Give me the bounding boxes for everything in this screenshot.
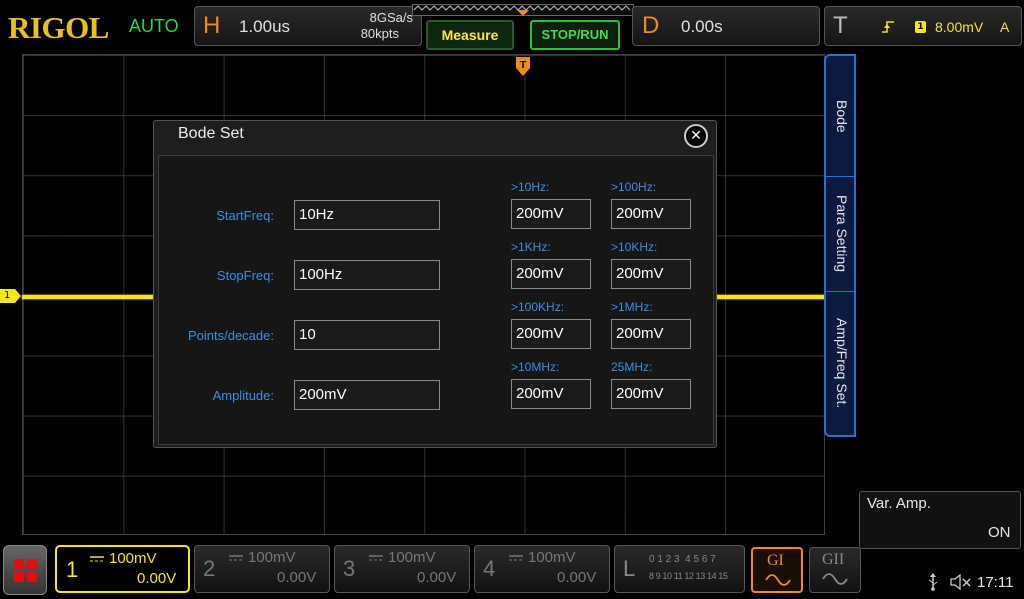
logic-analyzer-panel[interactable]: L 0 1 2 3 4 5 6 7 8 9 10 11 12 13 14 15 [614, 545, 745, 593]
sine-wave-icon [765, 574, 791, 586]
dialog-title: Bode Set [178, 125, 244, 142]
sample-rate: 8GSa/s [369, 10, 413, 25]
rigol-logo: RIGOL [8, 10, 109, 45]
logic-letter: L [623, 556, 636, 581]
home-button[interactable] [3, 545, 47, 595]
stop-freq-label: StopFreq: [216, 268, 274, 283]
mute-speaker-icon[interactable] [950, 574, 972, 590]
dialog-body: StartFreq: 10Hz StopFreq: 100Hz Points/d… [158, 155, 714, 445]
menu-tab-amp-freq-set-label: Amp/Freq Set. [834, 317, 850, 409]
var-amp-label-1mhz: >1MHz: [611, 300, 653, 314]
trigger-coupling: A [1000, 19, 1010, 35]
trigger-position-marker: T [516, 57, 530, 76]
close-icon: ✕ [690, 128, 702, 144]
var-amp-softkey[interactable]: Var. Amp. ON [859, 491, 1021, 549]
trigger-source-badge: 1 [915, 21, 926, 33]
channel-1-panel[interactable]: 1 100mV 0.00V [55, 545, 190, 593]
generator-1-label: GI [767, 552, 784, 569]
stop-freq-field[interactable]: 100Hz [294, 260, 440, 290]
memory-depth: 80kpts [360, 26, 399, 41]
dc-coupling-icon [509, 555, 523, 561]
delay-letter: D [642, 12, 660, 39]
var-amp-field-25mhz[interactable]: 200mV [611, 379, 691, 409]
channel-1-offset: 0.00V [137, 570, 177, 587]
amplitude-field[interactable]: 200mV [294, 380, 440, 410]
generator-2-label: GII [822, 551, 845, 568]
side-menu: Bode Para Setting Amp/Freq Set. [824, 54, 856, 437]
channel-marker-label: 1 [4, 290, 11, 301]
var-amp-label-25mhz: 25MHz: [611, 360, 653, 374]
channel-3-number: 3 [343, 556, 356, 581]
channel-2-number: 2 [203, 556, 216, 581]
start-freq-field[interactable]: 10Hz [294, 200, 440, 230]
delay-panel[interactable]: D 0.00s [632, 6, 820, 46]
var-amp-label-10hz: >10Hz: [511, 180, 550, 194]
var-amp-field-1mhz[interactable]: 200mV [611, 319, 691, 349]
points-per-decade-field[interactable]: 10 [294, 320, 440, 350]
delay-value: 0.00s [681, 17, 723, 36]
svg-text:T: T [520, 60, 526, 71]
usb-icon [928, 573, 938, 591]
generator-1-button[interactable]: GI [751, 547, 803, 593]
close-button[interactable]: ✕ [684, 124, 708, 148]
menu-tab-amp-freq-set[interactable]: Amp/Freq Set. [826, 291, 858, 435]
menu-tab-bode-label: Bode [834, 99, 850, 133]
channel-3-scale: 100mV [388, 549, 436, 566]
var-amp-label-100khz: >100KHz: [511, 300, 565, 314]
channel-2-offset: 0.00V [277, 569, 317, 586]
channel-1-ground-marker[interactable]: 1 [0, 289, 22, 303]
trigger-letter: T [833, 12, 848, 39]
var-amp-label-10khz: >10KHz: [611, 240, 658, 254]
dc-coupling-icon [229, 555, 243, 561]
channel-4-scale: 100mV [528, 549, 576, 566]
var-amp-label-10mhz: >10MHz: [511, 360, 560, 374]
menu-tab-bode[interactable]: Bode [826, 56, 858, 176]
channel-1-number: 1 [66, 557, 79, 582]
timebase-value: 1.00us [239, 17, 291, 36]
rising-edge-icon [882, 21, 894, 33]
var-amp-label-100hz: >100Hz: [611, 180, 657, 194]
channel-3-panel[interactable]: 3 100mV 0.00V [334, 545, 470, 593]
var-amp-label-1khz: >1KHz: [511, 240, 551, 254]
memory-position-strip [412, 4, 634, 16]
logic-channels-row-1: 0 1 2 3 4 5 6 7 [649, 554, 716, 565]
sine-wave-icon [822, 573, 848, 585]
amplitude-label: Amplitude: [212, 388, 274, 403]
bode-set-dialog: Bode Set ✕ StartFreq: 10Hz StopFreq: 100… [153, 120, 717, 448]
dc-coupling-icon [369, 555, 383, 561]
channel-4-number: 4 [483, 556, 496, 581]
var-amp-softkey-label: Var. Amp. [867, 495, 931, 512]
menu-tab-para-setting-label: Para Setting [834, 194, 850, 273]
trigger-panel[interactable]: T 1 8.00mV A [824, 6, 1022, 46]
points-per-decade-label: Points/decade: [187, 328, 274, 343]
clock-time: 17:11 [977, 574, 1014, 591]
channel-4-panel[interactable]: 4 100mV 0.00V [474, 545, 610, 593]
channel-4-offset: 0.00V [557, 569, 597, 586]
trigger-level: 8.00mV [935, 19, 984, 35]
trigger-mode-status[interactable]: AUTO [129, 16, 179, 37]
var-amp-field-100hz[interactable]: 200mV [611, 199, 691, 229]
horizontal-letter: H [203, 12, 221, 39]
horizontal-panel[interactable]: H 1.00us 8GSa/s 80kpts [194, 6, 422, 46]
var-amp-field-10khz[interactable]: 200mV [611, 259, 691, 289]
var-amp-softkey-state: ON [988, 524, 1011, 541]
var-amp-field-10hz[interactable]: 200mV [511, 199, 591, 229]
dc-coupling-icon [90, 556, 104, 562]
start-freq-label: StartFreq: [216, 208, 274, 223]
home-grid-icon [14, 559, 38, 583]
stop-run-button[interactable]: STOP/RUN [530, 20, 620, 50]
var-amp-field-10mhz[interactable]: 200mV [511, 379, 591, 409]
channel-2-panel[interactable]: 2 100mV 0.00V [194, 545, 330, 593]
menu-tab-para-setting[interactable]: Para Setting [826, 176, 858, 291]
var-amp-field-100khz[interactable]: 200mV [511, 319, 591, 349]
logic-channels-row-2: 8 9 10 11 12 13 14 15 [649, 571, 728, 581]
measure-button[interactable]: Measure [426, 20, 514, 50]
channel-2-scale: 100mV [248, 549, 296, 566]
channel-3-offset: 0.00V [417, 569, 457, 586]
channel-1-scale: 100mV [109, 550, 157, 567]
generator-2-button[interactable]: GII [809, 547, 861, 593]
var-amp-field-1khz[interactable]: 200mV [511, 259, 591, 289]
